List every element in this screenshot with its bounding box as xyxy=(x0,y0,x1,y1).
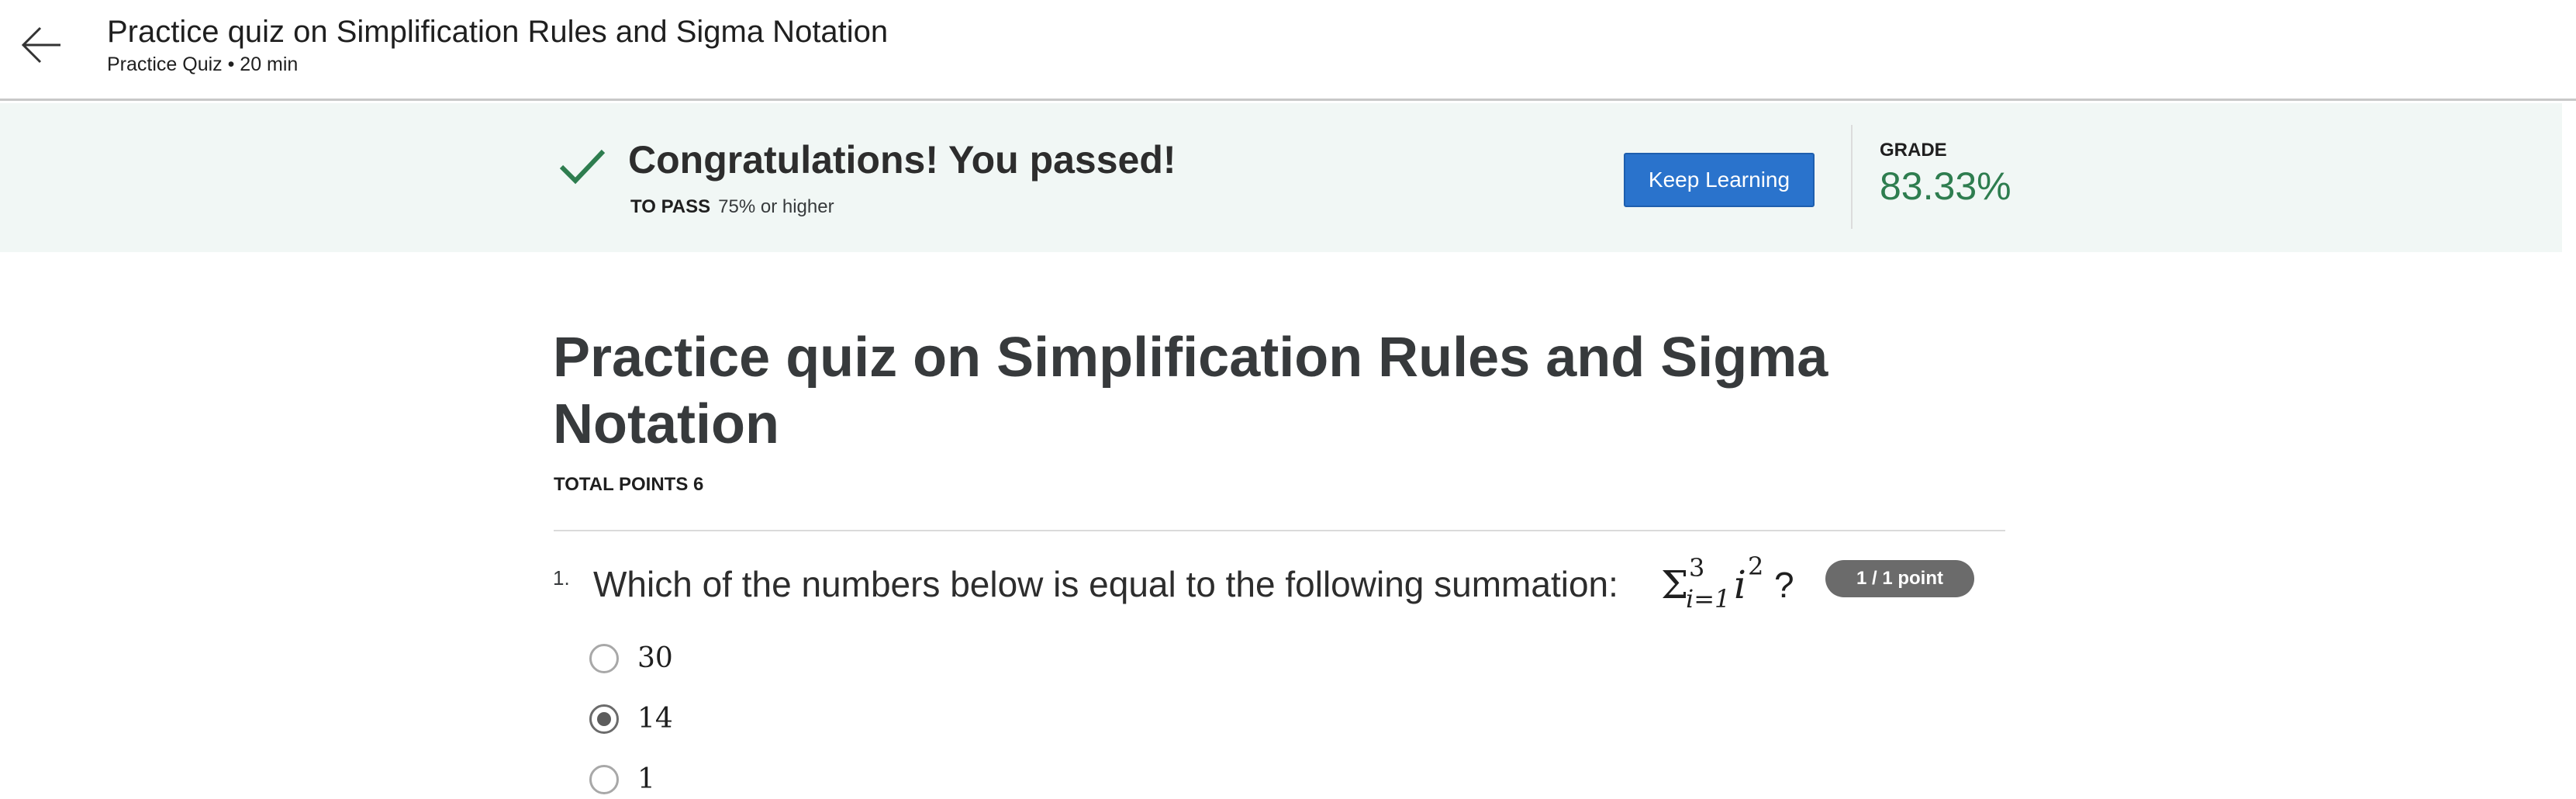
banner-divider xyxy=(1851,125,1853,229)
question-mark: ? xyxy=(1774,565,1794,605)
answer-option-label: 1 xyxy=(637,763,655,795)
sum-term: i xyxy=(1734,562,1746,607)
question-text: Which of the numbers below is equal to t… xyxy=(593,564,1618,604)
to-pass-value: 75% or higher xyxy=(718,196,834,217)
radio-button-selected[interactable] xyxy=(589,704,619,734)
quiz-title: Practice quiz on Simplification Rules an… xyxy=(553,327,1828,455)
header-title: Practice quiz on Simplification Rules an… xyxy=(107,15,889,49)
top-header: Practice quiz on Simplification Rules an… xyxy=(0,0,2576,101)
answer-option-label: 30 xyxy=(637,642,673,674)
grade-value: 83.33% xyxy=(1880,164,2011,208)
arrow-left-icon xyxy=(21,26,60,64)
question-number: 1. xyxy=(553,566,570,590)
radio-button[interactable] xyxy=(589,644,619,673)
grade-label: GRADE xyxy=(1880,140,1947,161)
header-subtitle: Practice Quiz • 20 min xyxy=(107,54,299,75)
sigma-symbol: Σ xyxy=(1661,562,1689,607)
keep-learning-button[interactable]: Keep Learning xyxy=(1624,153,1815,207)
points-badge: 1 / 1 point xyxy=(1825,560,1974,597)
result-banner: Congratulations! You passed! TO PASS 75% … xyxy=(0,103,2562,252)
to-pass-label: TO PASS xyxy=(630,196,711,217)
sum-exponent: 2 xyxy=(1748,552,1764,581)
pass-requirement: TO PASS 75% or higher xyxy=(630,195,834,220)
back-button[interactable] xyxy=(20,23,64,67)
pass-message: Congratulations! You passed! xyxy=(628,138,1176,182)
total-points: TOTAL POINTS 6 xyxy=(554,474,704,495)
section-divider xyxy=(554,530,2005,531)
checkmark-icon xyxy=(558,147,606,185)
answer-option-label: 14 xyxy=(637,703,673,735)
sum-lower-bound: i=1 xyxy=(1686,584,1731,614)
sum-upper-bound: 3 xyxy=(1689,553,1705,583)
radio-button[interactable] xyxy=(589,765,619,794)
